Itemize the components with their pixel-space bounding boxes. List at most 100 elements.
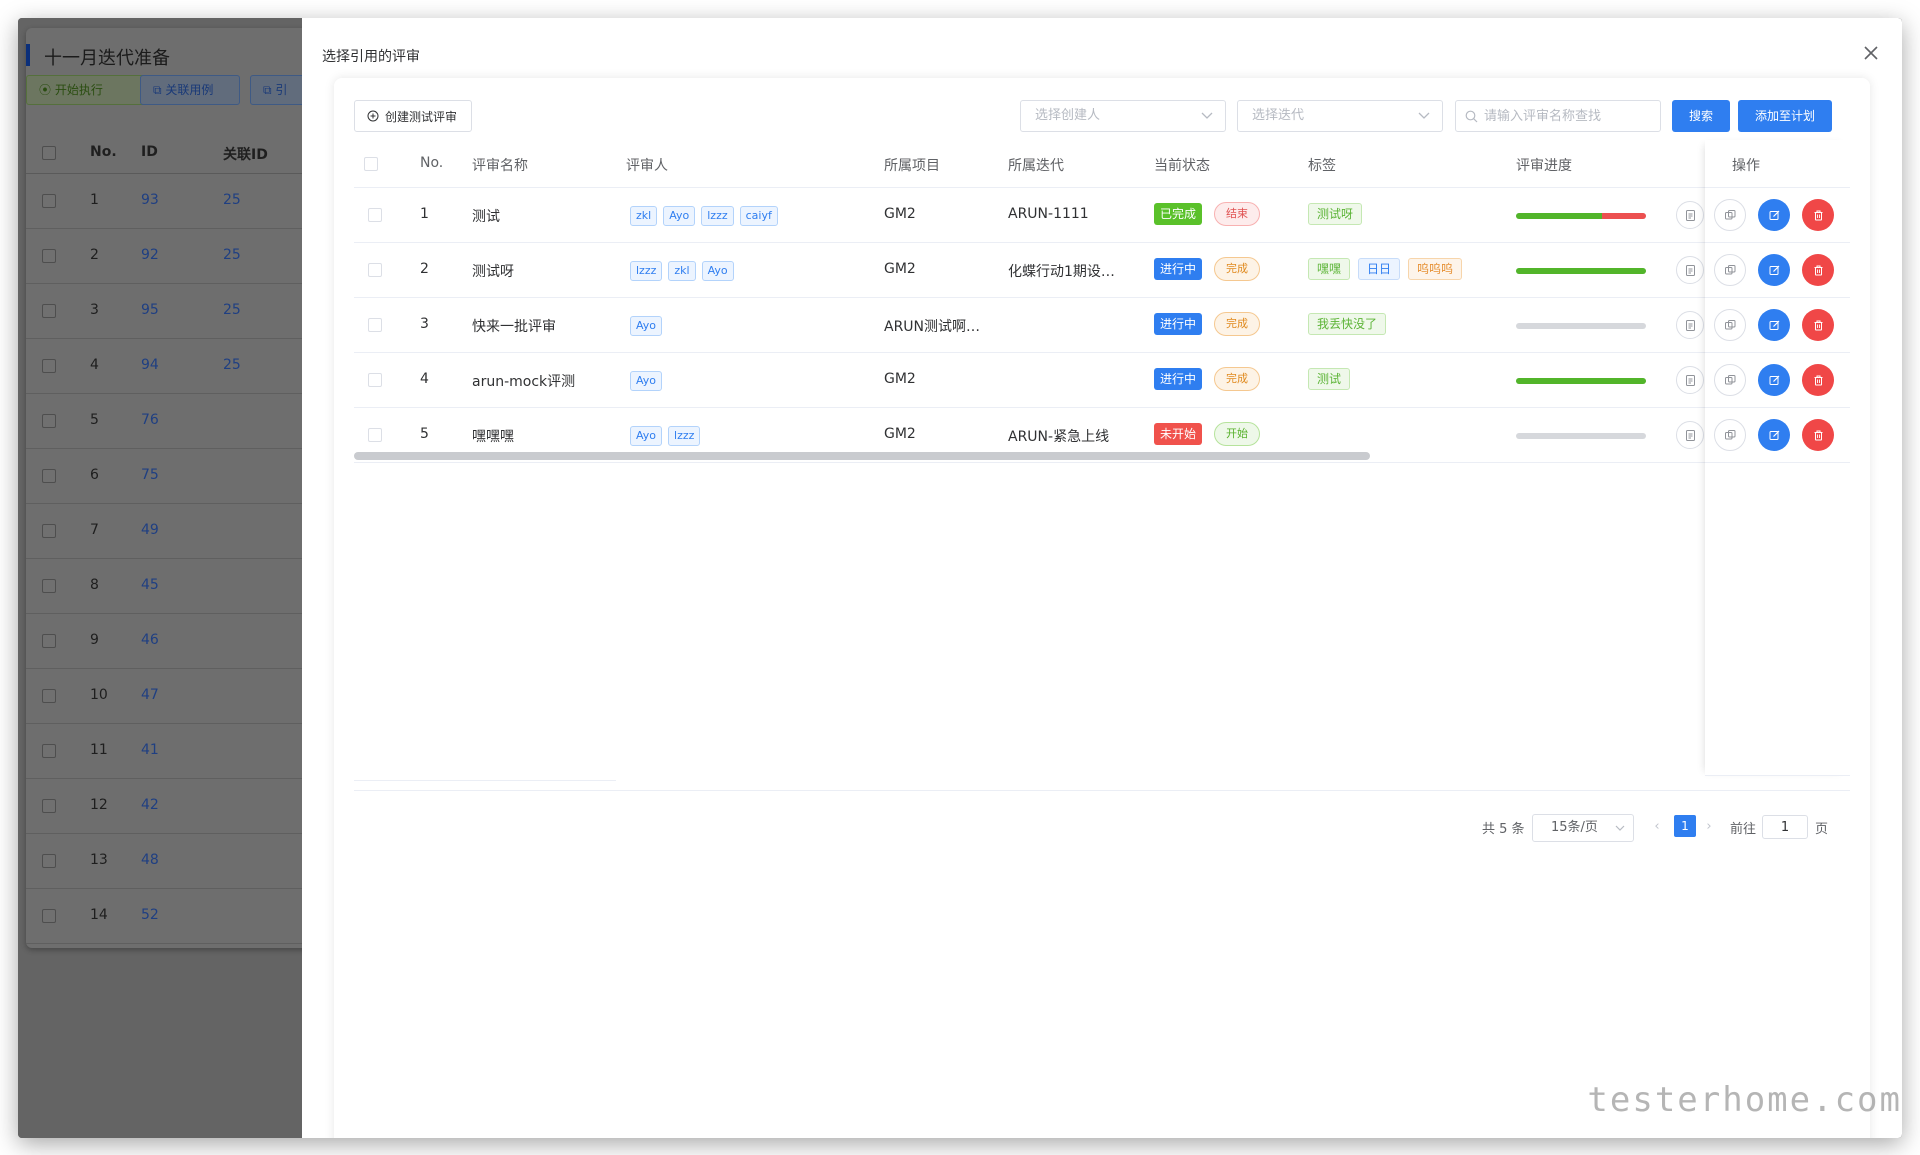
delete-button[interactable] — [1802, 254, 1834, 286]
add-to-plan-button[interactable]: 添加至计划 — [1738, 100, 1832, 132]
reviewer-chip: zkl — [630, 206, 658, 226]
select-all-checkbox[interactable] — [42, 146, 56, 160]
row-checkbox[interactable] — [42, 909, 56, 923]
table-row[interactable]: 11 41 — [26, 724, 326, 779]
page-size-select[interactable]: 15条/页 — [1532, 814, 1634, 842]
row-checkbox[interactable] — [42, 359, 56, 373]
next-page-button[interactable]: › — [1698, 816, 1720, 838]
table-row[interactable]: 7 49 — [26, 504, 326, 559]
review-name-search-input[interactable] — [1455, 100, 1661, 132]
delete-button[interactable] — [1802, 309, 1834, 341]
row-checkbox[interactable] — [42, 799, 56, 813]
table-row[interactable]: 9 46 — [26, 614, 326, 669]
table-row[interactable]: 2 92 25 — [26, 229, 326, 284]
delete-button[interactable] — [1802, 199, 1834, 231]
goto-page-input[interactable] — [1762, 815, 1808, 839]
table-row[interactable]: 3 95 25 — [26, 284, 326, 339]
row-id-link[interactable]: 93 — [141, 192, 159, 208]
row-checkbox[interactable] — [42, 414, 56, 428]
delete-button[interactable] — [1802, 419, 1834, 451]
row-checkbox[interactable] — [42, 469, 56, 483]
delete-button[interactable] — [1802, 364, 1834, 396]
row-id-link[interactable]: 52 — [141, 907, 159, 923]
copy-button[interactable] — [1714, 364, 1746, 396]
table-row[interactable]: 3 快来一批评审 Ayo ARUN测试啊… 进行中 完成 我丢快没了 — [354, 298, 1850, 353]
copy-button[interactable] — [1714, 309, 1746, 341]
copy-button[interactable] — [1714, 419, 1746, 451]
row-id-link[interactable]: 76 — [141, 412, 159, 428]
creator-select[interactable]: 选择创建人 — [1020, 100, 1226, 132]
horizontal-scrollbar[interactable] — [354, 452, 1370, 460]
row-checkbox[interactable] — [42, 744, 56, 758]
table-row[interactable]: 6 75 — [26, 449, 326, 504]
link-cases-button[interactable]: ⧉ 关联用例 — [140, 75, 240, 105]
row-checkbox[interactable] — [368, 263, 382, 277]
copy-button[interactable] — [1714, 254, 1746, 286]
search-button[interactable]: 搜索 — [1672, 100, 1730, 132]
start-execution-button[interactable]: ⦿ 开始执行 — [26, 75, 146, 105]
row-id-link[interactable]: 75 — [141, 467, 159, 483]
table-row[interactable]: 2 测试呀 lzzz zkl Ayo GM2 化蝶行动1期设… 进行中 完成 嘿嘿 日日 呜呜呜 — [354, 243, 1850, 298]
row-id-link[interactable]: 92 — [141, 247, 159, 263]
table-row[interactable]: 4 94 25 — [26, 339, 326, 394]
edit-button[interactable] — [1758, 309, 1790, 341]
chevron-down-icon — [1418, 112, 1430, 119]
table-row[interactable]: 1 测试 zkl Ayo lzzz caiyf GM2 ARUN-1111 已完成 结束 测试呀 — [354, 188, 1850, 243]
view-document-button[interactable] — [1676, 256, 1704, 284]
row-id-link[interactable]: 45 — [141, 577, 159, 593]
row-related-id-link[interactable]: 25 — [223, 192, 241, 208]
row-id-link[interactable]: 48 — [141, 852, 159, 868]
row-checkbox[interactable] — [42, 304, 56, 318]
row-checkbox[interactable] — [368, 373, 382, 387]
row-checkbox[interactable] — [42, 854, 56, 868]
view-document-button[interactable] — [1676, 201, 1704, 229]
table-row[interactable]: 12 42 — [26, 779, 326, 834]
table-row[interactable]: 8 45 — [26, 559, 326, 614]
row-checkbox[interactable] — [42, 689, 56, 703]
row-checkbox[interactable] — [42, 194, 56, 208]
review-name: 测试 — [472, 209, 500, 225]
view-document-button[interactable] — [1676, 311, 1704, 339]
row-checkbox[interactable] — [368, 428, 382, 442]
table-row[interactable]: 5 76 — [26, 394, 326, 449]
table-row[interactable]: 14 52 — [26, 889, 326, 944]
table-row[interactable]: 13 48 — [26, 834, 326, 889]
page-number-current[interactable]: 1 — [1674, 815, 1696, 837]
row-checkbox[interactable] — [42, 249, 56, 263]
row-id-link[interactable]: 47 — [141, 687, 159, 703]
row-id-link[interactable]: 94 — [141, 357, 159, 373]
edit-button[interactable] — [1758, 419, 1790, 451]
table-row[interactable]: 1 93 25 — [26, 174, 326, 229]
row-related-id-link[interactable]: 25 — [223, 302, 241, 318]
table-row[interactable]: 10 47 — [26, 669, 326, 724]
edit-button[interactable] — [1758, 254, 1790, 286]
row-checkbox[interactable] — [368, 318, 382, 332]
close-icon[interactable] — [1862, 44, 1880, 62]
view-document-button[interactable] — [1676, 366, 1704, 394]
row-id-link[interactable]: 46 — [141, 632, 159, 648]
table-row[interactable]: 4 arun-mock评测 Ayo GM2 进行中 完成 测试 — [354, 353, 1850, 408]
prev-page-button[interactable]: ‹ — [1646, 816, 1668, 838]
row-id-link[interactable]: 41 — [141, 742, 159, 758]
edit-button[interactable] — [1758, 199, 1790, 231]
row-checkbox[interactable] — [42, 579, 56, 593]
reference-button[interactable]: ⧉ 引 — [250, 75, 310, 105]
search-icon — [1465, 110, 1478, 123]
copy-button[interactable] — [1714, 199, 1746, 231]
edit-button[interactable] — [1758, 364, 1790, 396]
row-id-link[interactable]: 49 — [141, 522, 159, 538]
row-checkbox[interactable] — [42, 634, 56, 648]
goto-label: 前往 — [1730, 822, 1757, 837]
create-review-button[interactable]: 创建测试评审 — [354, 100, 473, 132]
row-checkbox[interactable] — [42, 524, 56, 538]
row-no: 4 — [90, 357, 99, 373]
row-related-id-link[interactable]: 25 — [223, 357, 241, 373]
select-all-checkbox[interactable] — [364, 157, 378, 171]
row-id-link[interactable]: 95 — [141, 302, 159, 318]
view-document-button[interactable] — [1676, 421, 1704, 449]
row-id-link[interactable]: 42 — [141, 797, 159, 813]
title-accent-bar — [26, 44, 30, 66]
row-related-id-link[interactable]: 25 — [223, 247, 241, 263]
row-checkbox[interactable] — [368, 208, 382, 222]
iteration-select[interactable]: 选择迭代 — [1237, 100, 1443, 132]
